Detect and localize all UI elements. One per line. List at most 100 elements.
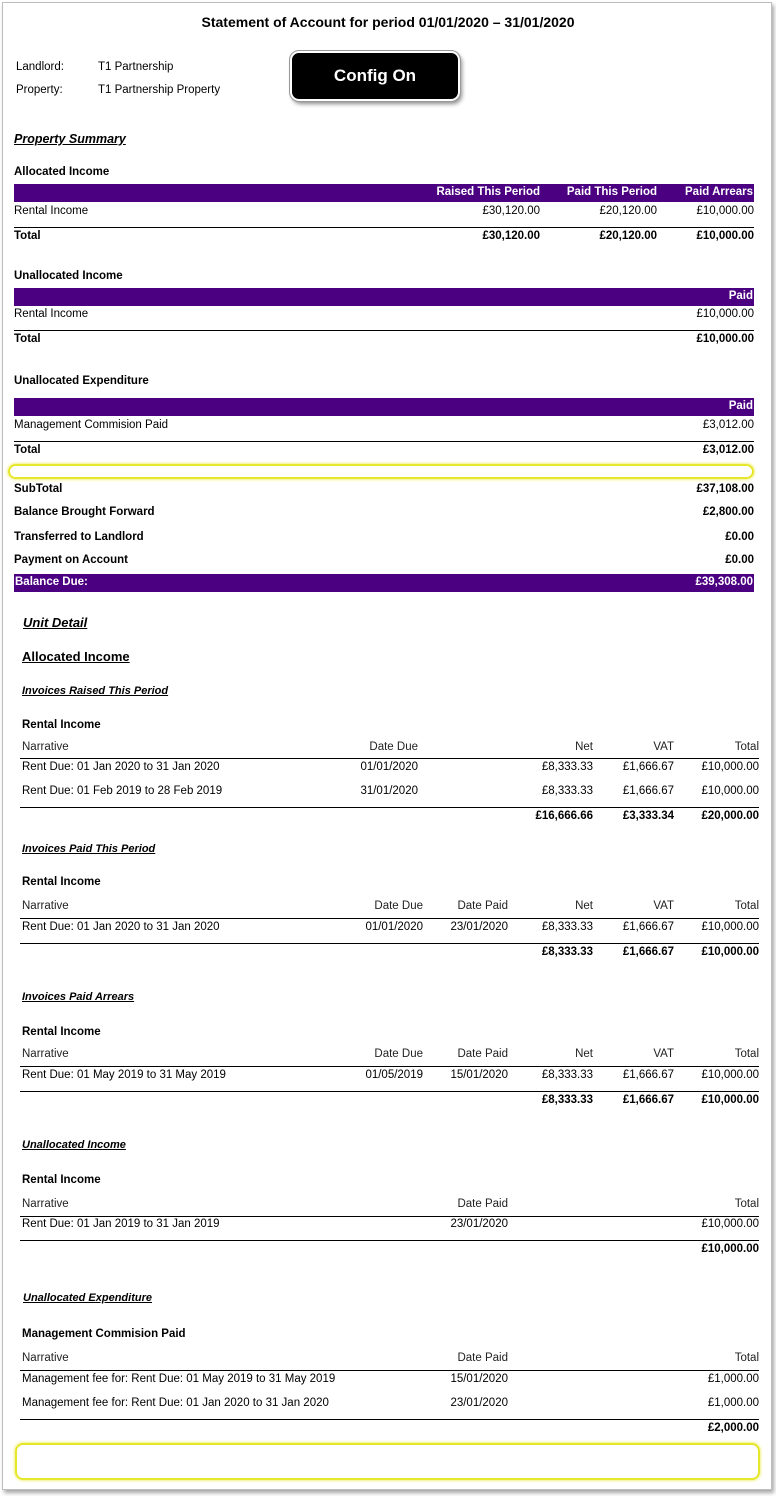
divider	[20, 943, 759, 944]
col-total: Total	[734, 1352, 759, 1364]
raised-row-1-due: 01/01/2020	[360, 761, 418, 773]
paid-row-vat: £1,666.67	[622, 921, 674, 933]
unit-allocated-income-heading: Allocated Income	[22, 649, 130, 664]
paid-row-total: £10,000.00	[701, 921, 759, 933]
allocated-arrears-value: £10,000.00	[696, 205, 754, 217]
arrears-row-net: £8,333.33	[541, 1069, 593, 1081]
divider	[14, 330, 754, 331]
unit-unalloc-exp-row-2-total: £1,000.00	[707, 1397, 759, 1409]
raised-total-vat: £3,333.34	[622, 810, 674, 822]
paid-row-due: 01/01/2020	[365, 921, 423, 933]
col-date-paid: Date Paid	[457, 1048, 508, 1060]
col-narrative: Narrative	[22, 741, 69, 753]
col-date-paid: Date Paid	[457, 900, 508, 912]
raised-row-1-narrative: Rent Due: 01 Jan 2020 to 31 Jan 2020	[22, 761, 220, 773]
col-vat: VAT	[653, 900, 674, 912]
allocated-paid-value: £20,120.00	[599, 205, 657, 217]
balance-brought-forward-label: Balance Brought Forward	[14, 506, 155, 518]
divider	[20, 918, 759, 919]
unallocated-expenditure-header-bar: Paid	[14, 398, 754, 416]
col-narrative: Narrative	[22, 1198, 69, 1210]
payment-on-account-value: £0.00	[725, 554, 754, 566]
arrears-row-due: 01/05/2019	[365, 1069, 423, 1081]
col-net: Net	[575, 1048, 593, 1060]
col-date-due: Date Due	[369, 741, 418, 753]
col-date-due: Date Due	[374, 900, 423, 912]
col-narrative: Narrative	[22, 900, 69, 912]
raised-row-2-net: £8,333.33	[541, 785, 593, 797]
unit-unalloc-income-row-narrative: Rent Due: 01 Jan 2019 to 31 Jan 2019	[22, 1218, 220, 1230]
arrears-total-vat: £1,666.67	[622, 1094, 674, 1106]
unit-unalloc-exp-row-1-narrative: Management fee for: Rent Due: 01 May 201…	[22, 1373, 336, 1385]
balance-brought-forward-value: £2,800.00	[702, 506, 754, 518]
raised-row-2-total: £10,000.00	[701, 785, 759, 797]
unit-unalloc-exp-total: £2,000.00	[707, 1422, 759, 1434]
divider	[20, 1066, 759, 1067]
unit-unalloc-exp-row-2-narrative: Management fee for: Rent Due: 01 Jan 202…	[22, 1397, 329, 1409]
property-value: T1 Partnership Property	[98, 84, 221, 96]
divider	[20, 807, 759, 808]
divider	[14, 441, 754, 442]
invoices-paid-heading: Invoices Paid This Period	[22, 843, 156, 855]
allocated-income-header-bar: Raised This Period Paid This Period Paid…	[14, 184, 754, 202]
balance-due-bar: Balance Due: £39,308.00	[14, 574, 754, 592]
allocated-raised-total: £30,120.00	[482, 230, 540, 242]
unallocated-exp-total-value: £3,012.00	[702, 444, 754, 456]
unit-detail-heading: Unit Detail	[23, 615, 88, 630]
unit-unalloc-income-category: Rental Income	[22, 1174, 101, 1186]
col-narrative: Narrative	[22, 1048, 69, 1060]
arrears-category: Rental Income	[22, 1026, 101, 1038]
arrears-total-total: £10,000.00	[701, 1094, 759, 1106]
allocated-arrears-total: £10,000.00	[696, 230, 754, 242]
paid-total-vat: £1,666.67	[622, 946, 674, 958]
divider	[20, 1370, 759, 1371]
raised-category: Rental Income	[22, 719, 101, 731]
col-total: Total	[734, 900, 759, 912]
col-paid: Paid	[728, 290, 753, 302]
unit-unalloc-exp-category: Management Commision Paid	[22, 1328, 186, 1340]
page-title: Statement of Account for period 01/01/20…	[201, 14, 575, 30]
raised-total-net: £16,666.66	[535, 810, 593, 822]
landlord-value: T1 Partnership	[98, 61, 174, 73]
divider	[20, 1240, 759, 1241]
allocated-paid-total: £20,120.00	[599, 230, 657, 242]
raised-row-1-total: £10,000.00	[701, 761, 759, 773]
unallocated-expenditure-heading: Unallocated Expenditure	[14, 375, 149, 387]
divider	[20, 1216, 759, 1217]
allocated-total-label: Total	[14, 230, 41, 242]
raised-row-2-due: 31/01/2020	[360, 785, 418, 797]
divider	[20, 1091, 759, 1092]
unit-unallocated-income-heading: Unallocated Income	[22, 1139, 126, 1151]
unit-unalloc-exp-row-2-paid: 23/01/2020	[450, 1397, 508, 1409]
divider	[20, 1419, 759, 1420]
paid-total-total: £10,000.00	[701, 946, 759, 958]
paid-row-narrative: Rent Due: 01 Jan 2020 to 31 Jan 2020	[22, 921, 220, 933]
balance-due-label: Balance Due:	[15, 576, 88, 588]
transferred-label: Transferred to Landlord	[14, 531, 144, 543]
allocated-row-label: Rental Income	[14, 205, 89, 217]
col-paid-this-period: Paid This Period	[566, 186, 657, 198]
unit-unalloc-income-row-paid: 23/01/2020	[450, 1218, 508, 1230]
unit-unalloc-income-total: £10,000.00	[701, 1243, 759, 1255]
arrears-row-vat: £1,666.67	[622, 1069, 674, 1081]
unallocated-income-row-value: £10,000.00	[696, 308, 754, 320]
allocated-income-heading: Allocated Income	[14, 166, 110, 178]
subtotal-label: SubTotal	[14, 483, 63, 495]
divider	[20, 758, 759, 759]
unallocated-income-heading: Unallocated Income	[14, 270, 123, 282]
arrears-row-narrative: Rent Due: 01 May 2019 to 31 May 2019	[22, 1069, 226, 1081]
config-on-button[interactable]: Config On	[289, 50, 461, 102]
raised-row-1-vat: £1,666.67	[622, 761, 674, 773]
col-date-paid: Date Paid	[457, 1198, 508, 1210]
unallocated-income-total-value: £10,000.00	[696, 333, 754, 345]
invoices-arrears-heading: Invoices Paid Arrears	[22, 991, 135, 1003]
col-net: Net	[575, 741, 593, 753]
paid-row-paid: 23/01/2020	[450, 921, 508, 933]
col-narrative: Narrative	[22, 1352, 69, 1364]
unit-unalloc-exp-row-1-paid: 15/01/2020	[450, 1373, 508, 1385]
property-summary-heading: Property Summary	[14, 132, 126, 146]
raised-row-2-vat: £1,666.67	[622, 785, 674, 797]
col-net: Net	[575, 900, 593, 912]
unit-unalloc-exp-row-1-total: £1,000.00	[707, 1373, 759, 1385]
col-date-paid: Date Paid	[457, 1352, 508, 1364]
